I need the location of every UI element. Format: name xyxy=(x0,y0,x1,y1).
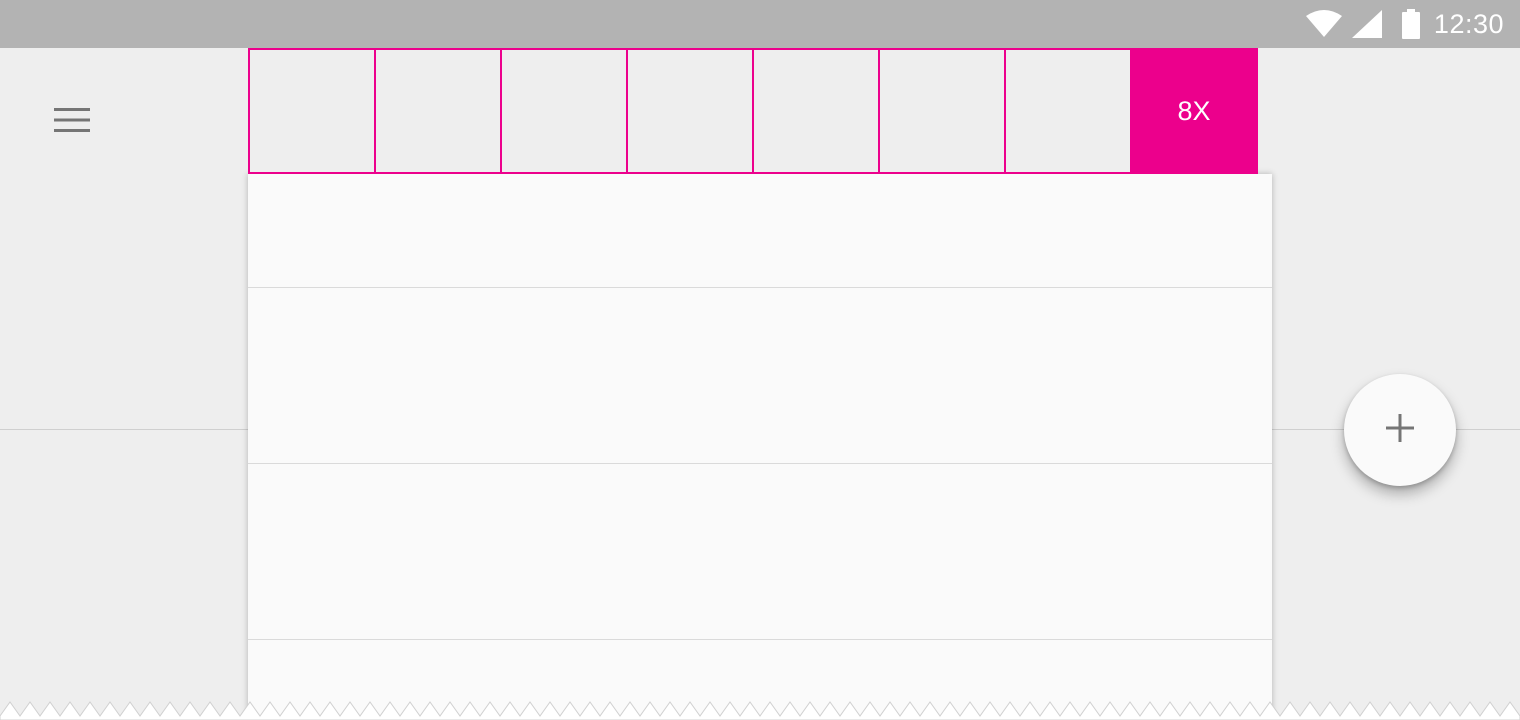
grid-cell xyxy=(248,48,376,174)
status-icons: 12:30 xyxy=(1305,0,1504,48)
grid-cell xyxy=(752,48,880,174)
sheet-divider xyxy=(248,287,1272,288)
content-sheet xyxy=(248,174,1272,720)
grid-cell-highlighted: 8X xyxy=(1130,48,1258,174)
grid-cell xyxy=(878,48,1006,174)
grid-cell xyxy=(500,48,628,174)
keyline-grid: 8X xyxy=(248,48,1272,174)
status-bar: 12:30 xyxy=(0,0,1520,48)
content-column: 8X xyxy=(248,48,1272,720)
battery-icon xyxy=(1401,9,1420,39)
grid-cell xyxy=(1004,48,1132,174)
wifi-icon xyxy=(1305,10,1342,38)
hamburger-menu-icon xyxy=(54,107,90,137)
grid-cell xyxy=(626,48,754,174)
cell-signal-icon xyxy=(1351,10,1382,38)
sheet-divider xyxy=(248,639,1272,640)
add-fab-button[interactable] xyxy=(1344,374,1456,486)
plus-icon xyxy=(1384,412,1416,449)
sheet-divider xyxy=(248,463,1272,464)
grid-cell xyxy=(374,48,502,174)
app-surface: 8X xyxy=(0,48,1520,720)
status-clock: 12:30 xyxy=(1433,8,1504,39)
menu-button[interactable] xyxy=(40,100,104,144)
torn-edge xyxy=(0,701,1520,720)
